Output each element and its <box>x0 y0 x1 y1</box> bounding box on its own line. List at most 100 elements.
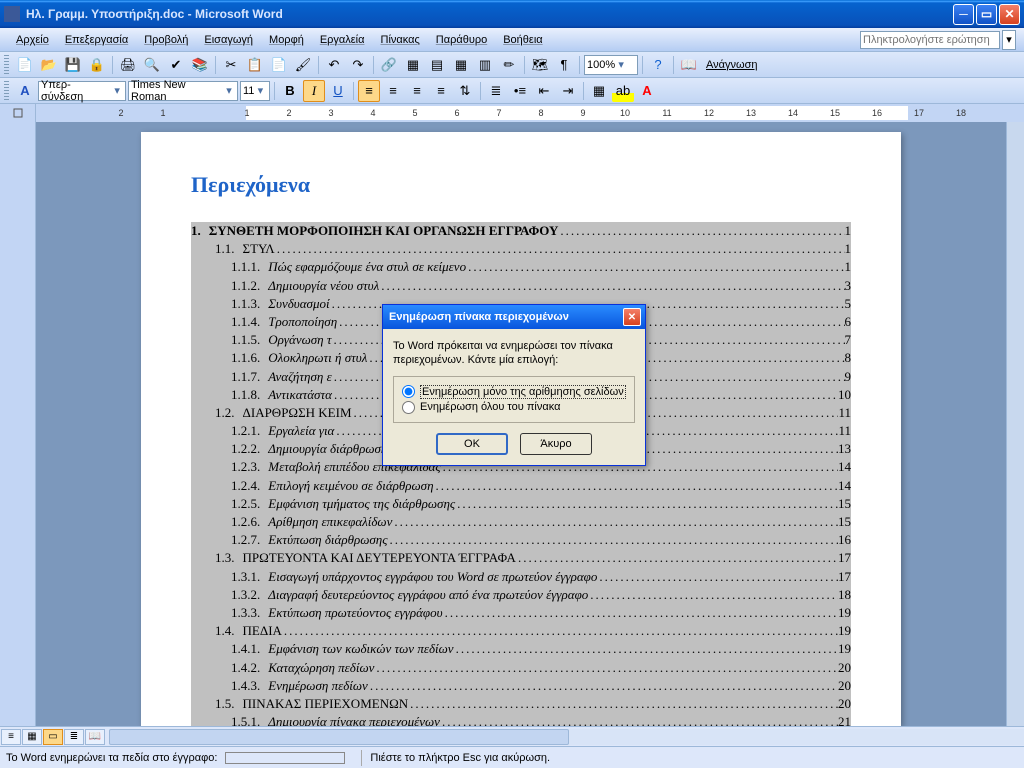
menu-edit[interactable]: Επεξεργασία <box>57 31 136 49</box>
open-button[interactable]: 📂 <box>38 54 60 76</box>
excel-button[interactable]: ▦ <box>450 54 472 76</box>
menu-insert[interactable]: Εισαγωγή <box>196 31 261 49</box>
bullets-button[interactable]: •≡ <box>509 80 531 102</box>
menu-view[interactable]: Προβολή <box>136 31 196 49</box>
radio-opt1-label: Ενημέρωση μόνο της αρίθμησης σελίδων <box>420 385 626 399</box>
numbering-button[interactable]: ≣ <box>485 80 507 102</box>
align-left-button[interactable]: ≡ <box>358 80 380 102</box>
menu-table[interactable]: Πίνακας <box>373 31 428 49</box>
highlight-button[interactable]: ab <box>612 80 634 102</box>
insert-table-button[interactable]: ▤ <box>426 54 448 76</box>
reading-icon[interactable]: 📖 <box>678 54 700 76</box>
toc-entry[interactable]: 1.1.2.Δημιουργία νέου στυλ..............… <box>191 277 851 295</box>
ruler[interactable]: 21123456789101112131415161718 <box>0 104 1024 122</box>
vertical-ruler[interactable] <box>0 122 36 726</box>
menu-format[interactable]: Μορφή <box>261 31 312 49</box>
maximize-button[interactable]: ▭ <box>976 4 997 25</box>
toolbar-grip[interactable] <box>4 81 9 101</box>
dialog-close-button[interactable]: ✕ <box>623 308 641 326</box>
radio-opt2-input[interactable] <box>402 401 415 414</box>
size-combo[interactable]: 11▾ <box>240 81 270 101</box>
normal-view-button[interactable]: ≡ <box>1 729 21 745</box>
italic-button[interactable]: I <box>303 80 325 102</box>
toc-entry[interactable]: 1.2.7.Εκτύπωση διάρθρωσης...............… <box>191 531 851 549</box>
help-search[interactable] <box>860 31 1000 49</box>
cancel-button[interactable]: Άκυρο <box>520 433 592 455</box>
cut-button[interactable]: ✂ <box>220 54 242 76</box>
redo-button[interactable]: ↷ <box>347 54 369 76</box>
toc-entry[interactable]: 1.1.ΣΤΥΛ................................… <box>191 240 851 258</box>
print-view-button[interactable]: ▭ <box>43 729 63 745</box>
toc-entry[interactable]: 1.3.2.Διαγραφή δευτερεύοντος εγγράφου απ… <box>191 586 851 604</box>
reading-label[interactable]: Ανάγνωση <box>702 59 762 71</box>
ok-button[interactable]: OK <box>436 433 508 455</box>
font-color-button[interactable]: A <box>636 80 658 102</box>
help-button[interactable]: ? <box>647 54 669 76</box>
styles-pane-button[interactable]: A <box>14 80 36 102</box>
increase-indent-button[interactable]: ⇥ <box>557 80 579 102</box>
print-button[interactable]: 🖨 <box>117 54 139 76</box>
toc-entry[interactable]: 1.4.ΠΕΔΙΑ...............................… <box>191 622 851 640</box>
toolbar-grip[interactable] <box>4 55 9 75</box>
help-search-input[interactable] <box>860 31 1000 49</box>
drawing-button[interactable]: ✏ <box>498 54 520 76</box>
undo-button[interactable]: ↶ <box>323 54 345 76</box>
toc-entry[interactable]: 1.4.2.Καταχώρηση πεδίων.................… <box>191 659 851 677</box>
reading-view-button[interactable]: 📖 <box>85 729 105 745</box>
copy-button[interactable]: 📋 <box>244 54 266 76</box>
toc-entry[interactable]: 1.3.3.Εκτύπωση πρωτεύοντος εγγράφου.....… <box>191 604 851 622</box>
outline-view-button[interactable]: ≣ <box>64 729 84 745</box>
print-preview-button[interactable]: 🔍 <box>141 54 163 76</box>
toc-entry[interactable]: 1.3.ΠΡΩΤΕΥΟΝΤΑ ΚΑΙ ΔΕΥΤΕΡΕΥΟΝΤΑ ΈΓΓΡΑΦΑ.… <box>191 549 851 567</box>
align-right-button[interactable]: ≡ <box>406 80 428 102</box>
dialog-titlebar[interactable]: Ενημέρωση πίνακα περιεχομένων ✕ <box>383 305 645 329</box>
doc-map-button[interactable]: 🗺 <box>529 54 551 76</box>
toc-entry[interactable]: 1.2.4.Επιλογή κειμένου σε διάρθρωση.....… <box>191 477 851 495</box>
toc-entry[interactable]: 1.2.5.Εμφάνιση τμήματος της διάρθρωσης..… <box>191 495 851 513</box>
new-doc-button[interactable]: 📄 <box>14 54 36 76</box>
web-view-button[interactable]: ▦ <box>22 729 42 745</box>
tables-borders-button[interactable]: ▦ <box>402 54 424 76</box>
bold-button[interactable]: B <box>279 80 301 102</box>
permission-button[interactable]: 🔒 <box>86 54 108 76</box>
toc-entry[interactable]: 1.5.1.Δημιουργία πίνακα περιεχομένων....… <box>191 713 851 726</box>
style-combo[interactable]: Υπερ-σύνδεση▾ <box>38 81 126 101</box>
toc-entry[interactable]: 1.2.6.Αρίθμηση επικεφαλίδων.............… <box>191 513 851 531</box>
radio-update-entire-table[interactable]: Ενημέρωση όλου του πίνακα <box>402 401 626 414</box>
menu-tools[interactable]: Εργαλεία <box>312 31 373 49</box>
radio-update-page-numbers[interactable]: Ενημέρωση μόνο της αρίθμησης σελίδων <box>402 385 626 399</box>
decrease-indent-button[interactable]: ⇤ <box>533 80 555 102</box>
line-spacing-button[interactable]: ⇅ <box>454 80 476 102</box>
align-justify-button[interactable]: ≡ <box>430 80 452 102</box>
vertical-scrollbar[interactable] <box>1006 122 1024 726</box>
menu-window[interactable]: Παράθυρο <box>428 31 495 49</box>
minimize-button[interactable]: ─ <box>953 4 974 25</box>
ruler-corner[interactable] <box>0 104 36 122</box>
toc-entry[interactable]: 1.ΣΥΝΘΕΤΗ ΜΟΡΦΟΠΟΙΗΣΗ ΚΑΙ ΟΡΓΑΝΩΣΗ ΕΓΓΡΑ… <box>191 222 851 240</box>
align-center-button[interactable]: ≡ <box>382 80 404 102</box>
toc-entry[interactable]: 1.4.3.Ενημέρωση πεδίων..................… <box>191 677 851 695</box>
radio-opt1-input[interactable] <box>402 385 415 398</box>
horizontal-scrollbar[interactable] <box>109 729 1024 745</box>
menu-help[interactable]: Βοήθεια <box>495 31 550 49</box>
menu-file[interactable]: Αρχείο <box>8 31 57 49</box>
help-dropdown[interactable]: ▾ <box>1002 30 1016 50</box>
underline-button[interactable]: U <box>327 80 349 102</box>
save-button[interactable]: 💾 <box>62 54 84 76</box>
toc-entry[interactable]: 1.5.ΠΙΝΑΚΑΣ ΠΕΡΙΕΧΟΜΕΝΩΝ................… <box>191 695 851 713</box>
close-button[interactable]: ✕ <box>999 4 1020 25</box>
research-button[interactable]: 📚 <box>189 54 211 76</box>
hyperlink-button[interactable]: 🔗 <box>378 54 400 76</box>
toc-entry[interactable]: 1.1.1.Πώς εφαρμόζουμε ένα στυλ σε κείμεν… <box>191 258 851 276</box>
zoom-combo[interactable]: 100%▾ <box>584 55 638 75</box>
borders-button[interactable]: ▦ <box>588 80 610 102</box>
show-marks-button[interactable]: ¶ <box>553 54 575 76</box>
format-painter-button[interactable]: 🖌 <box>292 54 314 76</box>
toc-entry[interactable]: 1.4.1.Εμφάνιση των κωδικών των πεδίων...… <box>191 640 851 658</box>
toc-entry[interactable]: 1.3.1.Εισαγωγή υπάρχοντος εγγράφου του W… <box>191 568 851 586</box>
font-combo[interactable]: Times New Roman▾ <box>128 81 238 101</box>
paste-button[interactable]: 📄 <box>268 54 290 76</box>
table-of-contents[interactable]: 1.ΣΥΝΘΕΤΗ ΜΟΡΦΟΠΟΙΗΣΗ ΚΑΙ ΟΡΓΑΝΩΣΗ ΕΓΓΡΑ… <box>191 222 851 726</box>
columns-button[interactable]: ▥ <box>474 54 496 76</box>
spell-check-button[interactable]: ✔ <box>165 54 187 76</box>
